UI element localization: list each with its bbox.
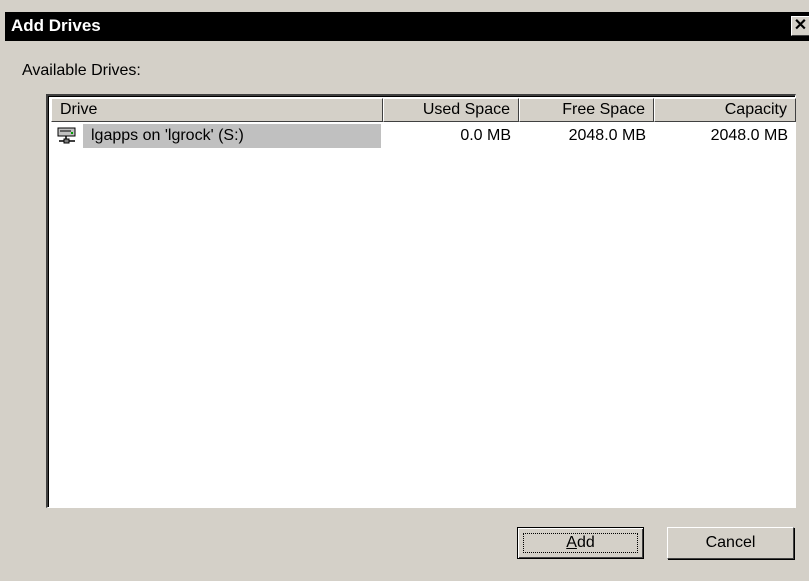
close-button[interactable]: ✕ (791, 16, 809, 36)
cancel-button-label: Cancel (705, 534, 756, 551)
title-bar: Add Drives ✕ (5, 12, 809, 41)
used-space-value: 0.0 MB (460, 127, 511, 144)
column-header-used-space[interactable]: Used Space (383, 98, 519, 122)
column-header-capacity[interactable]: Capacity (654, 98, 796, 122)
column-header-free-space[interactable]: Free Space (519, 98, 654, 122)
add-drives-dialog: Add Drives ✕ Available Drives: Drive Use… (0, 0, 809, 581)
list-header: Drive Used Space Free Space Capacity (51, 98, 796, 122)
add-button-label: Add (566, 534, 595, 551)
drives-list[interactable]: Drive Used Space Free Space Capacity lga… (46, 94, 796, 508)
close-icon: ✕ (793, 17, 808, 34)
dialog-title: Add Drives (11, 16, 101, 35)
capacity-value: 2048.0 MB (710, 127, 788, 144)
cancel-button[interactable]: Cancel (667, 527, 794, 559)
column-header-drive[interactable]: Drive (51, 98, 383, 122)
network-drive-icon (57, 127, 76, 144)
drive-name: lgapps on 'lgrock' (S:) (91, 127, 244, 144)
table-row[interactable]: lgapps on 'lgrock' (S:) 0.0 MB 2048.0 MB… (51, 124, 796, 148)
free-space-value: 2048.0 MB (568, 127, 646, 144)
add-button[interactable]: Add (517, 527, 644, 559)
available-drives-label: Available Drives: (22, 62, 141, 79)
